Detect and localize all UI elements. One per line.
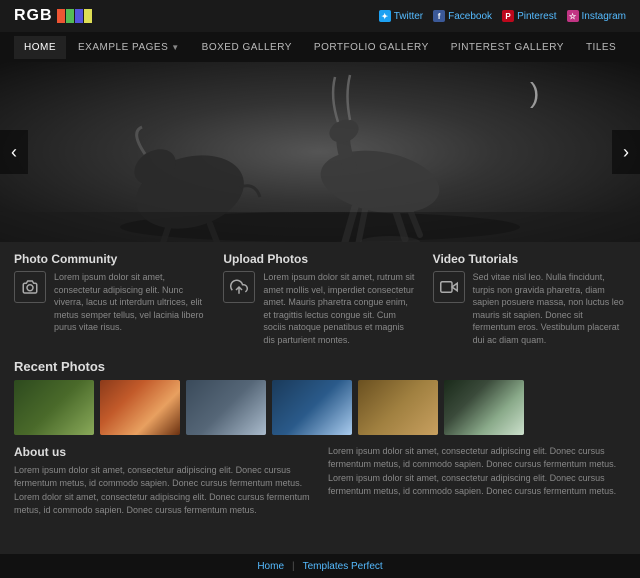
instagram-icon: ☆ <box>567 10 579 22</box>
upload-icon <box>223 271 255 303</box>
photo-thumb-3[interactable] <box>186 380 266 435</box>
twitter-link[interactable]: ✦ Twitter <box>379 10 423 22</box>
photo-thumb-4[interactable] <box>272 380 352 435</box>
feature-photo-community-text: Lorem ipsum dolor sit amet, consectetur … <box>54 271 207 334</box>
about-col-2: Lorem ipsum dolor sit amet, consectetur … <box>328 445 626 518</box>
feature-video-tutorials: Video Tutorials Sed vitae nisl leo. Null… <box>433 252 626 347</box>
recent-photos-section: Recent Photos <box>14 359 626 435</box>
video-icon <box>433 271 465 303</box>
footer: Home | Templates Perfect <box>0 554 640 578</box>
about-title: About us <box>14 445 312 459</box>
app: RGB ✦ Twitter f Facebook P Pinterest <box>0 0 640 578</box>
feature-video-tutorials-text: Sed vitae nisl leo. Nulla fincidunt, tur… <box>473 271 626 347</box>
features-section: Photo Community Lorem ipsum dolor sit am… <box>14 252 626 347</box>
chevron-down-icon: ▼ <box>171 43 179 52</box>
feature-photo-community: Photo Community Lorem ipsum dolor sit am… <box>14 252 207 347</box>
photo-thumb-2[interactable] <box>100 380 180 435</box>
instagram-link[interactable]: ☆ Instagram <box>567 10 626 22</box>
about-text-2: Lorem ipsum dolor sit amet, consectetur … <box>328 445 626 499</box>
nav-boxed-gallery[interactable]: BOXED GALLERY <box>192 36 302 59</box>
pinterest-label: Pinterest <box>517 11 556 22</box>
footer-home-link[interactable]: Home <box>257 561 284 572</box>
hero-image: ) <box>0 62 640 242</box>
logo-text: RGB <box>14 7 53 25</box>
nav: HOME EXAMPLE PAGES ▼ BOXED GALLERY PORTF… <box>0 32 640 62</box>
pinterest-link[interactable]: P Pinterest <box>502 10 556 22</box>
twitter-label: Twitter <box>394 11 423 22</box>
logo-red-block <box>57 9 65 23</box>
hero-slider: ) <box>0 62 640 242</box>
logo-yellow-block <box>84 9 92 23</box>
feature-upload-photos-content: Lorem ipsum dolor sit amet, rutrum sit a… <box>223 271 416 347</box>
footer-separator: | <box>292 561 295 572</box>
feature-video-tutorials-title: Video Tutorials <box>433 252 626 266</box>
feature-video-tutorials-content: Sed vitae nisl leo. Nulla fincidunt, tur… <box>433 271 626 347</box>
social-links: ✦ Twitter f Facebook P Pinterest ☆ Insta… <box>379 10 626 22</box>
logo-green-block <box>66 9 74 23</box>
feature-photo-community-content: Lorem ipsum dolor sit amet, consectetur … <box>14 271 207 334</box>
feature-upload-photos-text: Lorem ipsum dolor sit amet, rutrum sit a… <box>263 271 416 347</box>
photo-thumb-1[interactable] <box>14 380 94 435</box>
facebook-icon: f <box>433 10 445 22</box>
logo-colors <box>57 9 92 23</box>
next-slide-button[interactable]: › <box>612 130 640 174</box>
photo-grid <box>14 380 626 435</box>
nav-home[interactable]: HOME <box>14 36 66 59</box>
instagram-label: Instagram <box>582 11 626 22</box>
feature-upload-photos-title: Upload Photos <box>223 252 416 266</box>
facebook-label: Facebook <box>448 11 492 22</box>
nav-pinterest-gallery[interactable]: PINTEREST GALLERY <box>441 36 574 59</box>
recent-photos-title: Recent Photos <box>14 359 626 374</box>
pinterest-icon: P <box>502 10 514 22</box>
nav-tiles[interactable]: TILES <box>576 36 626 59</box>
camera-icon <box>14 271 46 303</box>
photo-thumb-5[interactable] <box>358 380 438 435</box>
about-text-1: Lorem ipsum dolor sit amet, consectetur … <box>14 464 312 518</box>
about-section: About us Lorem ipsum dolor sit amet, con… <box>14 445 626 518</box>
facebook-link[interactable]: f Facebook <box>433 10 492 22</box>
logo: RGB <box>14 7 92 25</box>
about-col-1: About us Lorem ipsum dolor sit amet, con… <box>14 445 312 518</box>
twitter-icon: ✦ <box>379 10 391 22</box>
header: RGB ✦ Twitter f Facebook P Pinterest <box>0 0 640 32</box>
prev-slide-button[interactable]: ‹ <box>0 130 28 174</box>
footer-templates-link[interactable]: Templates Perfect <box>303 561 383 572</box>
nav-portfolio-gallery[interactable]: PORTFOLIO GALLERY <box>304 36 439 59</box>
main-content: Photo Community Lorem ipsum dolor sit am… <box>0 242 640 554</box>
logo-blue-block <box>75 9 83 23</box>
feature-upload-photos: Upload Photos Lorem ipsum dolor sit amet… <box>223 252 416 347</box>
feature-photo-community-title: Photo Community <box>14 252 207 266</box>
nav-example-pages[interactable]: EXAMPLE PAGES ▼ <box>68 36 190 59</box>
photo-thumb-6[interactable] <box>444 380 524 435</box>
svg-text:): ) <box>530 77 539 108</box>
